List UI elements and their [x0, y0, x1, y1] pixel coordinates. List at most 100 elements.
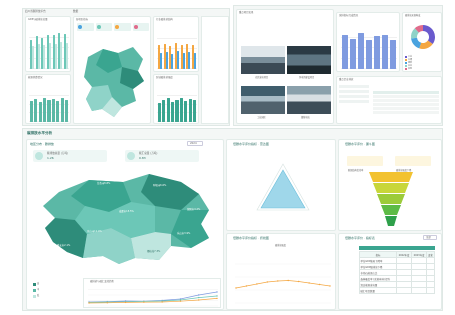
data-point — [297, 280, 300, 283]
bar — [157, 102, 161, 122]
data-point — [266, 281, 269, 283]
bar — [342, 35, 348, 69]
data-point — [161, 301, 163, 303]
table-cell — [426, 287, 435, 294]
dashboard-top-right: 重点项目实景 光伏发电项目 风电场建设项目 工业园区 储能电站 减排指标完成情况… — [233, 5, 443, 126]
legend-swatch — [405, 67, 407, 70]
panel-enterprise-table: 重点企业排放 — [336, 76, 442, 124]
panel-industry-structure: 行业碳排放结构 — [153, 16, 199, 72]
trend-chart-card: 碳排放与碳汇变化趋势 — [83, 278, 221, 308]
data-point — [143, 301, 145, 303]
funnel-chart — [369, 172, 413, 226]
chart-gdp-bars — [29, 27, 69, 69]
legend-swatch — [405, 61, 407, 64]
gridline — [341, 36, 397, 38]
table-cell — [395, 287, 413, 294]
bar — [188, 51, 191, 69]
radar-chart — [256, 163, 310, 211]
panel-region-intensity: 区域碳排放强度 — [153, 74, 199, 124]
province-map — [43, 174, 209, 264]
bar — [29, 101, 33, 122]
bar — [374, 36, 380, 69]
photo-caption: 光伏发电项目 — [255, 76, 269, 79]
table-caption-bar — [359, 246, 435, 250]
map-panel-title: 地区分布 · 碳排放 — [30, 142, 54, 146]
data-point — [277, 280, 279, 282]
data-point — [106, 302, 108, 304]
photo-wind[interactable] — [287, 46, 331, 74]
bar — [188, 98, 192, 122]
panel-title: 能源消费情况 — [28, 76, 43, 79]
data-point — [287, 279, 289, 282]
bar — [179, 97, 183, 122]
bar — [51, 98, 55, 122]
panel-title: 碳排放来源构成 — [405, 14, 421, 17]
data-point — [216, 291, 218, 293]
kpi-icon — [78, 25, 82, 29]
bar — [171, 101, 175, 122]
table-row[interactable]: 碳汇项目数量 — [359, 287, 435, 294]
chart-industry-bars — [157, 29, 197, 69]
data-point — [124, 301, 127, 304]
bar — [38, 101, 42, 122]
year-select[interactable]: 2024 — [187, 141, 203, 146]
photo-storage[interactable] — [287, 86, 331, 114]
window-tab[interactable]: 数据 — [73, 10, 78, 14]
bar — [43, 44, 46, 69]
bar — [171, 53, 174, 69]
province-map-small — [84, 47, 144, 117]
panel-funnel: 低碳水平评价 · 漏斗图 能源结构优化率 碳排放强度下降 — [338, 139, 442, 231]
legend-label: 其他 — [408, 67, 413, 70]
photo-caption: 工业园区 — [257, 116, 266, 119]
photo-caption: 储能电站 — [301, 116, 310, 119]
data-point — [198, 299, 200, 301]
data-point — [329, 285, 331, 287]
bar — [34, 99, 38, 122]
table-title: 低碳水平评价 · 指标表 — [345, 236, 375, 240]
radar-title: 低碳水平评价指标 · 雷达图 — [233, 142, 269, 146]
bar — [350, 38, 356, 69]
dashboard-bottom: 碳排放水平分析 地区分布 · 碳排放 2024 碳排放总量 (万吨) 1.26 … — [22, 128, 443, 311]
bar — [162, 100, 166, 122]
stat-card-emissions: 碳排放总量 (万吨) 1.26 — [33, 150, 107, 162]
bar — [66, 42, 69, 69]
dashboard-top-left: 四川省碳排放平台 数据 GDP与碳排放总量 各地区指标 行业碳排放结构 能源消费… — [22, 8, 230, 126]
table-cell: 碳汇项目数量 — [359, 287, 397, 294]
panel-title: 各地区指标 — [76, 18, 88, 21]
data-point — [318, 283, 321, 286]
bar — [60, 98, 64, 122]
funnel-title: 低碳水平评价 · 漏斗图 — [345, 142, 375, 146]
data-point — [88, 302, 90, 304]
photo-solar[interactable] — [241, 46, 285, 74]
gridline — [29, 94, 69, 96]
donut-slice — [423, 25, 435, 45]
gridline — [157, 94, 197, 96]
stat-icon — [35, 152, 43, 160]
bar — [54, 43, 57, 69]
stat-card-sink: 碳汇总量 (万吨) 0.83 — [125, 150, 199, 162]
panel-title: 减排指标完成情况 — [339, 14, 359, 17]
chart-reduction-bars — [341, 27, 397, 69]
side-strip — [201, 16, 229, 124]
photo-caption: 风电场建设项目 — [299, 76, 315, 79]
bar — [166, 98, 170, 122]
table-select-value: 全部 — [426, 236, 431, 239]
data-point — [198, 296, 200, 299]
series-line — [235, 280, 331, 289]
line-legend: 碳排放强度 — [275, 244, 286, 247]
table-select[interactable]: 全部 — [423, 235, 437, 240]
chart-intensity-bars — [157, 87, 197, 122]
panel-gdp-emissions: GDP与碳排放总量 — [25, 16, 71, 72]
data-point — [216, 297, 218, 300]
panel-gallery: 重点项目实景 光伏发电项目 风电场建设项目 工业园区 储能电站 — [236, 9, 334, 124]
funnel-note: 碳排放强度下降 — [395, 156, 431, 172]
legend-item: 其他 — [405, 67, 441, 70]
legend-swatch — [405, 64, 407, 67]
kpi-icon — [115, 25, 119, 29]
data-point — [235, 287, 237, 289]
photo-industrial[interactable] — [241, 86, 285, 114]
bar — [60, 41, 63, 69]
line-title: 低碳水平评价指标 · 折线图 — [233, 236, 269, 240]
donut-chart — [411, 25, 435, 49]
bar — [382, 34, 388, 69]
